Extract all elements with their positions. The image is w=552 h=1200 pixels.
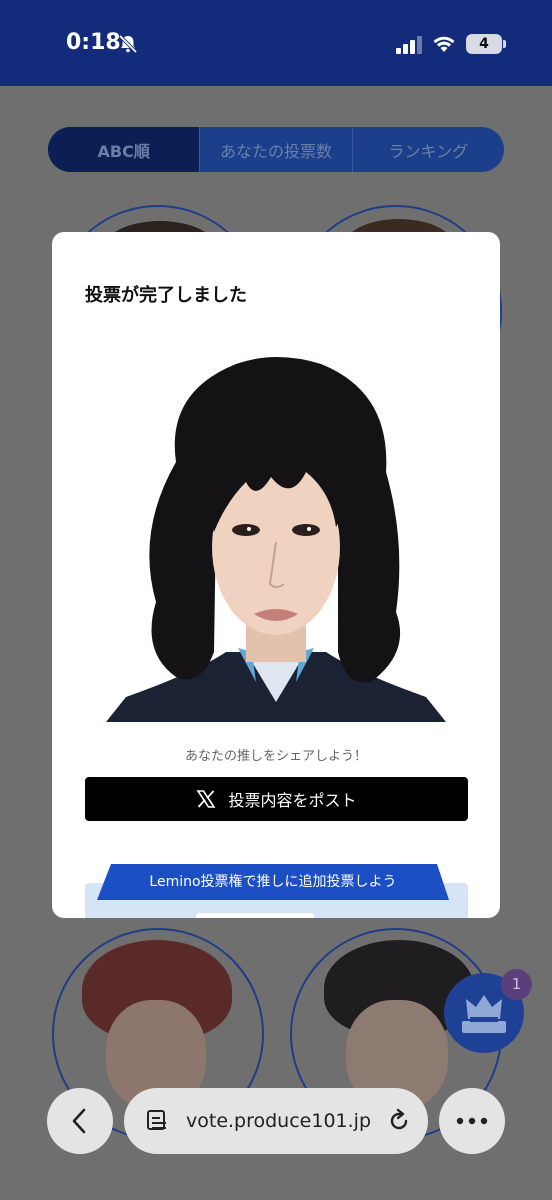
post-vote-button[interactable]: 投票内容をポスト (85, 777, 468, 821)
wifi-icon (433, 36, 455, 52)
tab-ranking[interactable]: ランキング (351, 127, 504, 172)
vote-complete-modal: 投票が完了しました あなたの推しをシェアしよう！ 投票内容をポスト Lemino… (52, 232, 500, 918)
ellipsis-icon (456, 1117, 488, 1125)
battery-nub (503, 40, 506, 48)
x-logo-icon (197, 790, 216, 808)
bell-muted-icon (118, 34, 138, 54)
page-menu-icon (147, 1110, 166, 1130)
tab-abc-order[interactable]: ABC順 (48, 127, 200, 172)
address-bar[interactable]: vote.produce101.jp (124, 1088, 428, 1154)
reload-icon[interactable] (386, 1108, 412, 1134)
modal-title: 投票が完了しました (85, 285, 247, 306)
cellular-signal-icon (396, 36, 422, 54)
lemino-inner-panel (196, 913, 314, 918)
vote-count-badge: 1 (501, 969, 532, 1000)
status-time: 0:18 (66, 30, 121, 55)
chevron-left-icon (72, 1108, 86, 1134)
sort-tabs: ABC順 あなたの投票数 ランキング (48, 127, 504, 172)
url-text: vote.produce101.jp (186, 1110, 372, 1132)
share-prompt: あなたの推しをシェアしよう！ (184, 749, 367, 764)
tab-your-votes[interactable]: あなたの投票数 (199, 127, 351, 172)
back-button[interactable] (47, 1088, 113, 1154)
status-bar: 0:18 4 (0, 0, 552, 86)
lemino-banner-text: Lemino投票権で推しに追加投票しよう (149, 874, 397, 890)
lemino-banner[interactable]: Lemino投票権で推しに追加投票しよう (97, 864, 449, 900)
trainee-photo (106, 357, 446, 722)
more-options-button[interactable] (439, 1088, 505, 1154)
battery-icon: 4 (466, 34, 502, 54)
post-button-label: 投票内容をポスト (228, 791, 357, 810)
